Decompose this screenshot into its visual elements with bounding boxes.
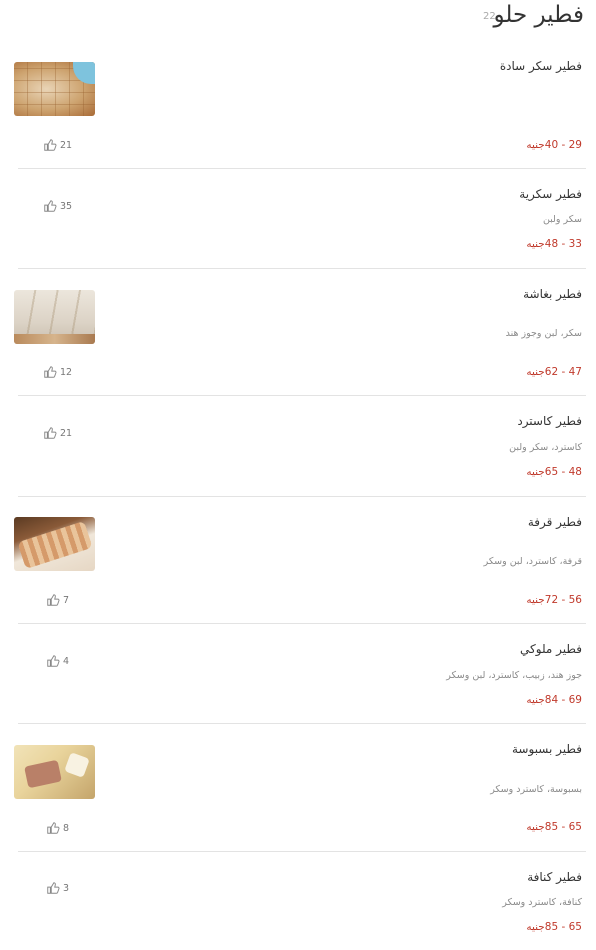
item-price: 65 - 85جنيه xyxy=(526,921,582,933)
menu-item[interactable]: فطير بغاشة سكر، لبن وجوز هند 12 47 - 62ج… xyxy=(14,269,586,396)
category-item-count: 22 xyxy=(483,11,496,22)
item-price: 47 - 62جنيه xyxy=(526,366,582,378)
thumbs-up-icon xyxy=(44,139,57,151)
item-name[interactable]: فطير كاسترد xyxy=(517,414,582,428)
like-button[interactable]: 12 xyxy=(43,365,72,379)
menu-item[interactable]: فطير سكرية 35 سكر ولبن 33 - 48جنيه xyxy=(18,169,586,269)
item-description: كنافة، كاسترد وسكر xyxy=(502,897,582,908)
item-image[interactable] xyxy=(14,517,95,571)
thumbs-up-icon xyxy=(47,882,60,894)
item-description: سكر، لبن وجوز هند xyxy=(505,328,582,339)
menu-item[interactable]: فطير بسبوسة بسبوسة، كاسترد وسكر 8 65 - 8… xyxy=(14,724,586,852)
like-button[interactable]: 8 xyxy=(46,821,69,835)
item-description: سكر ولبن xyxy=(542,214,582,225)
like-button[interactable]: 21 xyxy=(43,426,72,440)
menu-item[interactable]: فطير كاسترد 21 كاسترد، سكر ولبن 48 - 65ج… xyxy=(18,396,586,497)
like-count: 12 xyxy=(60,366,73,378)
category-header: فطير حلو 22 xyxy=(0,0,596,40)
thumbs-up-icon xyxy=(47,655,60,667)
like-count: 8 xyxy=(63,822,70,834)
item-name[interactable]: فطير قرفة xyxy=(528,515,582,529)
item-price: 65 - 85جنيه xyxy=(526,821,582,833)
like-button[interactable]: 35 xyxy=(43,199,72,213)
item-name[interactable]: فطير ملوكي xyxy=(520,642,582,656)
item-name[interactable]: فطير كنافة xyxy=(527,870,582,884)
item-name[interactable]: فطير بغاشة xyxy=(523,287,582,301)
like-count: 3 xyxy=(63,882,70,894)
item-image[interactable] xyxy=(14,290,95,344)
item-price: 29 - 40جنيه xyxy=(526,139,582,151)
item-description: بسبوسة، كاسترد وسكر xyxy=(490,784,582,795)
item-image[interactable] xyxy=(14,62,95,116)
item-price: 56 - 72جنيه xyxy=(526,594,582,606)
like-count: 4 xyxy=(63,655,70,667)
item-name[interactable]: فطير بسبوسة xyxy=(512,742,582,756)
like-count: 7 xyxy=(63,594,70,606)
item-name[interactable]: فطير سكر سادة xyxy=(500,59,582,73)
like-button[interactable]: 4 xyxy=(46,654,69,668)
like-button[interactable]: 3 xyxy=(46,881,69,895)
menu-item[interactable]: فطير قرفة قرفة، كاسترد، لبن وسكر 7 56 - … xyxy=(14,497,586,624)
item-price: 33 - 48جنيه xyxy=(526,238,582,250)
item-price: 48 - 65جنيه xyxy=(526,466,582,478)
menu-item[interactable]: فطير كنافة 3 كنافة، كاسترد وسكر 65 - 85ج… xyxy=(18,852,586,950)
thumbs-up-icon xyxy=(44,427,57,439)
menu-item[interactable]: فطير سكر سادة 21 29 - 40جنيه xyxy=(14,48,586,169)
like-count: 35 xyxy=(60,200,73,212)
like-button[interactable]: 21 xyxy=(43,138,72,152)
item-description: جوز هند، زبيب، كاسترد، لبن وسكر xyxy=(446,670,582,681)
like-count: 21 xyxy=(60,139,73,151)
like-button[interactable]: 7 xyxy=(46,593,69,607)
category-title: فطير حلو xyxy=(493,2,584,28)
thumbs-up-icon xyxy=(44,200,57,212)
thumbs-up-icon xyxy=(47,594,60,606)
item-name[interactable]: فطير سكرية xyxy=(519,187,582,201)
thumbs-up-icon xyxy=(44,366,57,378)
item-description: كاسترد، سكر ولبن xyxy=(509,442,582,453)
item-description: قرفة، كاسترد، لبن وسكر xyxy=(483,556,582,567)
item-price: 69 - 84جنيه xyxy=(526,694,582,706)
menu-item[interactable]: فطير ملوكي 4 جوز هند، زبيب، كاسترد، لبن … xyxy=(18,624,586,724)
item-image[interactable] xyxy=(14,745,95,799)
thumbs-up-icon xyxy=(47,822,60,834)
like-count: 21 xyxy=(60,427,73,439)
